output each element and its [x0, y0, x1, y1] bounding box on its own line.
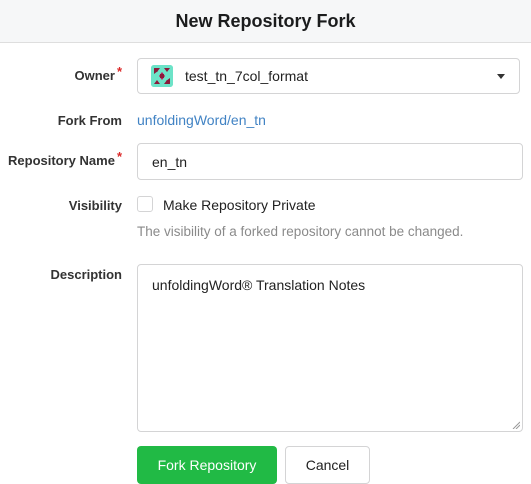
visibility-help-text: The visibility of a forked repository ca… — [137, 224, 464, 239]
fork-repository-button[interactable]: Fork Repository — [137, 446, 277, 484]
fork-from-link[interactable]: unfoldingWord/en_tn — [137, 112, 266, 128]
resize-grip-icon[interactable] — [512, 421, 520, 429]
owner-label-text: Owner — [74, 68, 115, 83]
dialog-title: New Repository Fork — [175, 10, 356, 31]
private-checkbox[interactable] — [137, 196, 153, 212]
repo-name-label-text: Repository Name — [8, 153, 115, 168]
dialog-header: New Repository Fork — [0, 0, 531, 43]
visibility-label: Visibility — [68, 198, 122, 213]
fork-from-label: Fork From — [57, 113, 122, 128]
cancel-button[interactable]: Cancel — [285, 446, 370, 484]
chevron-down-icon — [497, 74, 505, 79]
owner-selected-value: test_tn_7col_format — [185, 68, 308, 84]
owner-label: Owner * — [74, 64, 122, 83]
description-label: Description — [50, 267, 122, 282]
private-checkbox-label[interactable]: Make Repository Private — [163, 197, 316, 213]
description-textarea[interactable]: unfoldingWord® Translation Notes — [137, 264, 523, 432]
description-text: unfoldingWord® Translation Notes — [152, 277, 366, 293]
repo-name-label: Repository Name * — [8, 149, 122, 168]
required-marker: * — [116, 64, 122, 79]
required-marker: * — [116, 149, 122, 164]
owner-dropdown[interactable]: test_tn_7col_format — [137, 58, 520, 94]
repo-name-input[interactable] — [137, 143, 523, 180]
owner-avatar — [151, 65, 173, 87]
